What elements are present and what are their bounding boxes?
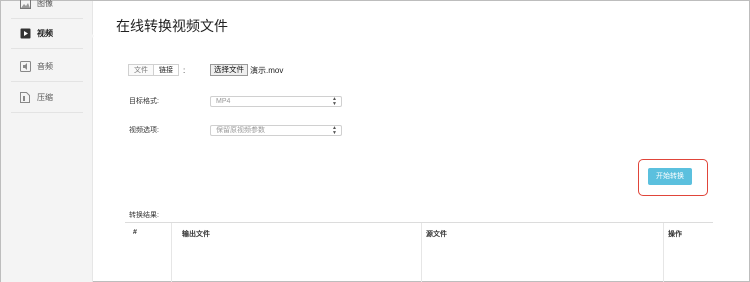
format-select[interactable]: MP4 ▲ ▼: [210, 96, 342, 107]
options-select-value: 保留原视频参数: [216, 127, 265, 134]
sidebar-item-image[interactable]: 图像: [11, 0, 83, 19]
table-top-border: [125, 222, 713, 223]
tab-file[interactable]: 文件: [128, 64, 154, 76]
column-divider: [663, 223, 664, 282]
column-header-actions: 操作: [668, 231, 682, 238]
start-convert-button[interactable]: 开始转换: [648, 168, 692, 185]
format-select-value: MP4: [216, 98, 231, 105]
sidebar-item-label: 压缩: [37, 93, 53, 102]
source-tabs: 文件 链接 :: [128, 64, 185, 76]
sidebar: 图像 视频 音频 压缩: [1, 0, 93, 282]
sidebar-item-label: 视频: [37, 29, 53, 38]
options-label: 视频选项:: [129, 127, 159, 134]
sidebar-item-video[interactable]: 视频: [11, 19, 83, 49]
format-label: 目标格式:: [129, 98, 159, 105]
column-divider: [421, 223, 422, 282]
file-name: 演示.mov: [250, 66, 284, 75]
column-header-source: 源文件: [426, 231, 447, 238]
sidebar-item-label: 图像: [37, 0, 53, 8]
sidebar-item-label: 音频: [37, 62, 53, 71]
audio-icon: [19, 61, 31, 72]
options-select[interactable]: 保留原视频参数 ▲ ▼: [210, 125, 342, 136]
active-indicator: [88, 30, 94, 42]
choose-file-button[interactable]: 选择文件: [210, 64, 248, 76]
column-header-index: #: [133, 229, 137, 236]
column-header-output: 输出文件: [182, 231, 210, 238]
image-icon: [19, 0, 31, 9]
select-arrows-icon: ▲ ▼: [332, 125, 337, 136]
column-divider: [171, 223, 172, 282]
sidebar-item-compress[interactable]: 压缩: [11, 83, 83, 113]
tab-link[interactable]: 链接: [154, 64, 179, 76]
source-colon: :: [183, 65, 186, 75]
page-title: 在线转换视频文件: [116, 18, 228, 34]
video-icon: [19, 28, 31, 39]
sidebar-item-audio[interactable]: 音频: [11, 52, 83, 82]
results-label: 转换结果:: [129, 212, 159, 219]
compress-icon: [19, 92, 31, 103]
select-arrows-icon: ▲ ▼: [332, 96, 337, 107]
